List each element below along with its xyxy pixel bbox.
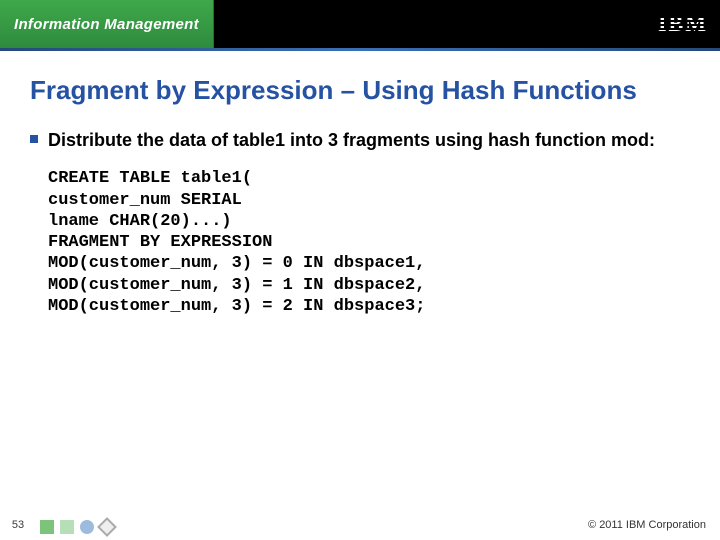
bullet-row: Distribute the data of table1 into 3 fra… — [30, 128, 690, 152]
deco-square-icon — [60, 520, 74, 534]
page-number: 53 — [0, 519, 36, 531]
bullet-text: Distribute the data of table1 into 3 fra… — [48, 128, 655, 152]
ibm-logo: IBM — [658, 11, 708, 37]
deco-diamond-icon — [97, 517, 117, 537]
slide: Information Management IBM Fragment by E… — [0, 0, 720, 540]
deco-square-icon — [40, 520, 54, 534]
slide-header: Information Management IBM — [0, 0, 720, 48]
footer-decoration — [40, 520, 114, 534]
bullet-icon — [30, 135, 38, 143]
slide-content: Fragment by Expression – Using Hash Func… — [0, 51, 720, 510]
slide-title: Fragment by Expression – Using Hash Func… — [30, 75, 690, 106]
code-block: CREATE TABLE table1( customer_num SERIAL… — [48, 168, 690, 317]
deco-circle-icon — [80, 520, 94, 534]
slide-footer: 53 © 2011 IBM Corporation — [0, 510, 720, 540]
brand-box: Information Management — [0, 0, 214, 48]
brand-text: Information Management — [14, 16, 199, 33]
ibm-logo-text: IBM — [658, 11, 708, 36]
copyright-text: © 2011 IBM Corporation — [588, 519, 706, 531]
